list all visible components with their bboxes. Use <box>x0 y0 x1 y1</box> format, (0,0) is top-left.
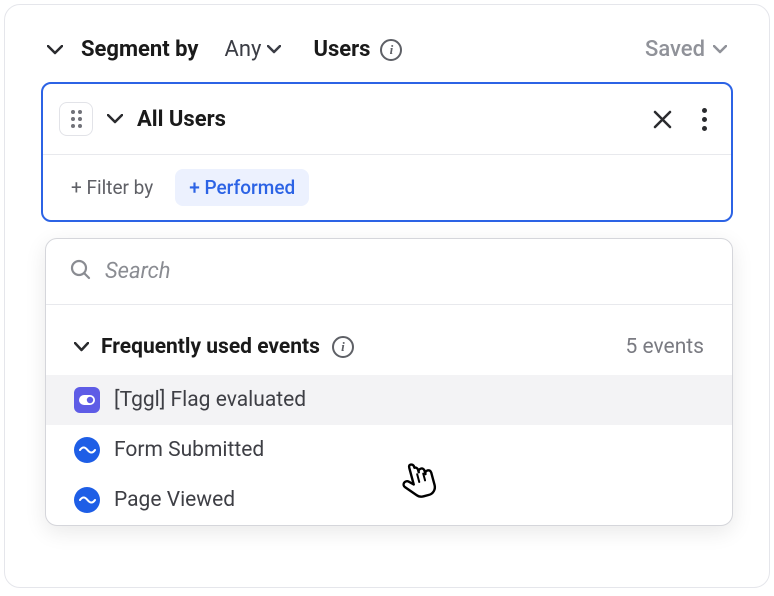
kebab-menu-icon[interactable] <box>702 108 707 131</box>
saved-dropdown[interactable]: Saved <box>645 37 727 62</box>
drag-handle[interactable] <box>59 102 93 136</box>
wave-icon <box>74 437 100 463</box>
event-label: [Tggl] Flag evaluated <box>114 388 306 412</box>
filter-by-button[interactable]: + Filter by <box>61 169 163 206</box>
segment-filters-row: + Filter by + Performed <box>43 155 731 220</box>
any-label: Any <box>225 37 262 62</box>
toggle-icon <box>74 387 100 413</box>
any-dropdown[interactable]: Any <box>225 37 282 62</box>
chevron-down-icon <box>267 45 281 54</box>
users-label: Users <box>313 37 370 62</box>
drag-dots-icon <box>71 110 82 128</box>
header-row: Segment by Any Users i Saved <box>5 5 769 82</box>
performed-button[interactable]: + Performed <box>175 169 309 206</box>
segment-definition-box: All Users + Filter by + Performed <box>41 82 733 222</box>
segment-by-label: Segment by <box>81 37 199 62</box>
chevron-down-icon[interactable] <box>107 114 123 124</box>
search-icon <box>70 259 91 284</box>
event-picker-dropdown: Frequently used events i 5 events [Tggl]… <box>45 238 733 526</box>
section-title: Frequently used events <box>101 335 320 359</box>
frequently-used-header[interactable]: Frequently used events i 5 events <box>46 305 732 375</box>
saved-label: Saved <box>645 37 705 62</box>
chevron-down-icon[interactable] <box>47 45 63 55</box>
segment-box-header: All Users <box>43 84 731 155</box>
users-group: Users i <box>313 37 402 62</box>
info-icon[interactable]: i <box>332 336 354 358</box>
segment-builder-panel: Segment by Any Users i Saved <box>4 4 770 588</box>
chevron-down-icon <box>74 342 89 352</box>
close-icon[interactable] <box>653 110 672 129</box>
wave-icon <box>74 487 100 513</box>
event-label: Form Submitted <box>114 438 264 462</box>
search-row <box>46 239 732 305</box>
event-row-tggl-flag-evaluated[interactable]: [Tggl] Flag evaluated <box>46 375 732 425</box>
event-row-page-viewed[interactable]: Page Viewed <box>46 475 732 525</box>
events-count: 5 events <box>626 335 705 359</box>
event-row-form-submitted[interactable]: Form Submitted <box>46 425 732 475</box>
segment-title: All Users <box>137 107 226 132</box>
info-icon[interactable]: i <box>380 39 402 61</box>
chevron-down-icon <box>713 45 727 54</box>
event-label: Page Viewed <box>114 488 235 512</box>
search-input[interactable] <box>105 259 708 284</box>
